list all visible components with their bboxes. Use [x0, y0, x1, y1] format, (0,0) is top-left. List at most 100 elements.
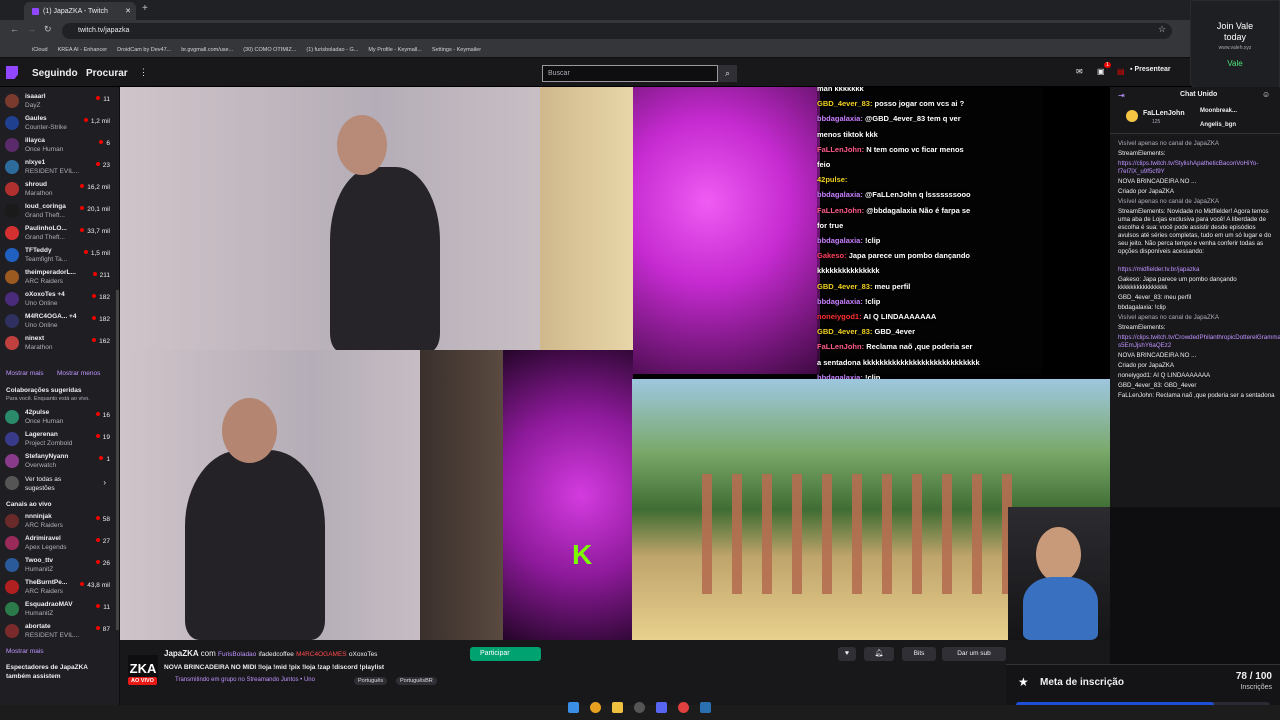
sidebar-channel[interactable]: Lagerenan Project Zomboid 19	[0, 429, 112, 450]
sidebar-channel[interactable]: Gaules Counter-Strike 1,2 mil	[0, 113, 112, 134]
windows-start-icon[interactable]	[568, 702, 579, 713]
top-gifter-2[interactable]: Moonbreak...	[1200, 108, 1237, 114]
search-icon[interactable]: ⌕	[718, 65, 737, 82]
sidebar-channel[interactable]: Adrimiravel Apex Legends 27	[0, 533, 112, 554]
url-field[interactable]: twitch.tv/japazka	[62, 23, 1172, 39]
sidebar-channel[interactable]: PaulinhoLO... Grand Theft... 33,7 mil	[0, 223, 112, 244]
channel-game: Once Human	[25, 146, 64, 153]
collab-streamer[interactable]: oXoxoTes	[349, 651, 378, 658]
nav-seguindo[interactable]: Seguindo	[32, 68, 78, 79]
whispers-icon[interactable]: ▤	[1117, 67, 1125, 76]
sidebar-channel[interactable]: Twoo_ttv HumanitZ 26	[0, 555, 112, 576]
bookmark-item[interactable]: br.gvgmall.com/use...	[181, 47, 233, 53]
sidebar-channel[interactable]: illayca Once Human 6	[0, 135, 112, 156]
magenta-graphic-bottom	[503, 350, 633, 640]
sidebar-channel[interactable]: nlxye1 RESIDENT EVIL... 23	[0, 157, 112, 178]
bookmark-item[interactable]: (30) COMO OTIMIZ...	[243, 47, 296, 53]
bookmark-item[interactable]: Settings - Keymailer	[432, 47, 481, 53]
sidebar-channel[interactable]: oXoxoTes +4 Uno Online 182	[0, 289, 112, 310]
steam-icon[interactable]	[700, 702, 711, 713]
bookmark-star-icon[interactable]: ☆	[1158, 24, 1166, 35]
search-input[interactable]: Buscar	[542, 65, 718, 82]
tag-pill[interactable]: PortuguêsBR	[396, 677, 437, 685]
overlay-chat-line: FaLLenJohn: Reclama naõ ,que poderia ser	[817, 342, 972, 351]
person-head	[337, 115, 387, 175]
file-explorer-icon[interactable]	[612, 702, 623, 713]
see-all-label: Ver todas as sugestões	[25, 476, 62, 492]
follow-heart-icon[interactable]: ♥	[838, 647, 856, 661]
collab-streamer[interactable]: FurisBoladao	[218, 651, 256, 658]
overlay-chat-user: bbdagalaxia:	[817, 236, 863, 245]
viewer-count: 19	[96, 434, 110, 441]
close-tab-icon[interactable]: ✕	[125, 7, 131, 15]
back-icon[interactable]: ←	[10, 24, 19, 34]
overlay-chat-user: 42pulse:	[817, 175, 848, 185]
nav-procurar[interactable]: Procurar	[86, 68, 128, 79]
sidebar-channel[interactable]: M4RC4OGA... +4 Uno Online 182	[0, 311, 112, 332]
sidebar-scrollbar[interactable]	[116, 290, 119, 630]
gift-sub-button[interactable]: Dar um sub	[942, 647, 1006, 661]
more-menu-icon[interactable]: ⋮	[139, 67, 148, 78]
channel-game: Counter-Strike	[25, 124, 67, 131]
sidebar-channel[interactable]: loud_coringa Grand Theft... 20,1 mil	[0, 201, 112, 222]
show-less-link[interactable]: Mostrar menos	[57, 370, 100, 377]
notify-bell-icon[interactable]: 🔔︎	[864, 647, 894, 661]
bookmark-item[interactable]: KREA AI - Enhancer	[58, 47, 108, 53]
collapse-chat-icon[interactable]: ⇥	[1118, 91, 1125, 100]
sidebar-channel[interactable]: 42pulse Once Human 16	[0, 407, 112, 428]
bookmark-item[interactable]: (1) furisboladao - G...	[306, 47, 358, 53]
gift-button[interactable]: ▪ Presentear	[1130, 66, 1171, 73]
channel-game: Grand Theft...	[25, 234, 65, 241]
sidebar-channel[interactable]: abortate RESIDENT EVIL... 87	[0, 621, 112, 642]
app-icon[interactable]	[678, 702, 689, 713]
users-icon[interactable]: ☺	[1262, 90, 1270, 99]
discord-icon[interactable]	[656, 702, 667, 713]
bookmark-item[interactable]: My Profile - Keymall...	[368, 47, 421, 53]
reload-icon[interactable]: ↻	[44, 24, 52, 35]
obs-icon[interactable]	[634, 702, 645, 713]
overlay-chat: man kkkkkkk GBD_4ever_83: posso jogar com…	[817, 87, 1042, 382]
bookmark-item[interactable]: iCloud	[32, 47, 48, 53]
viewer-count: 1,5 mil	[84, 250, 110, 257]
new-tab-icon[interactable]: +	[142, 3, 148, 14]
top-gifter-3[interactable]: Angelis_bgn	[1200, 122, 1236, 128]
show-more-link[interactable]: Mostrar mais	[6, 648, 44, 655]
join-button[interactable]: Participar	[470, 647, 541, 661]
forward-icon[interactable]: →	[27, 24, 36, 34]
show-more-link[interactable]: Mostrar mais	[6, 370, 44, 377]
overlay-chat-user: GBD_4ever_83:	[817, 281, 873, 291]
notifications-icon[interactable]: ▣	[1097, 67, 1105, 76]
group-stream-text[interactable]: Transmitindo em grupo no Streamando Junt…	[175, 677, 315, 683]
browser-tab[interactable]: (1) JapaZKA - Twitch ✕	[24, 2, 136, 20]
channel-name: M4RC4OGA... +4	[25, 313, 77, 320]
overlay-chat-message: for true	[817, 220, 844, 230]
channel-game: Marathon	[25, 190, 53, 197]
sidebar-channel[interactable]: isaaarl DayZ 11	[0, 91, 112, 112]
sidebar-channel[interactable]: TFTeddy Teamfight Ta... 1,5 mil	[0, 245, 112, 266]
collab-streamer[interactable]: ifadedcoffee	[259, 651, 294, 658]
viewer-count: 27	[96, 538, 110, 545]
sidebar-channel[interactable]: nnninjak ARC Raiders 58	[0, 511, 112, 532]
inbox-icon[interactable]: ✉	[1076, 67, 1083, 76]
see-all-suggestions[interactable]: Ver todas as sugestões ›	[0, 473, 112, 494]
sidebar-channel[interactable]: StefanyNyann Overwatch 1	[0, 451, 112, 472]
browser-tab-title: (1) JapaZKA - Twitch	[43, 7, 108, 15]
sidebar-channel[interactable]: ninext Marathon 162	[0, 333, 112, 354]
tag-pill[interactable]: Português	[354, 677, 388, 685]
bookmark-item[interactable]: DroidCam by Dev47...	[117, 47, 171, 53]
bits-button[interactable]: Bits	[902, 647, 936, 661]
top-gifter-name[interactable]: FaLLenJohn	[1143, 110, 1185, 117]
ad-url: www.valeh.xyz	[1218, 45, 1252, 51]
video-player[interactable]: man kkkkkkk GBD_4ever_83: posso jogar com…	[120, 87, 1110, 640]
collab-streamer[interactable]: M4RC4OGAMES	[296, 651, 347, 658]
sidebar-channel[interactable]: shroud Marathon 16,2 mil	[0, 179, 112, 200]
sidebar-channel[interactable]: TheBurntPe... ARC Raiders 43,8 mil	[0, 577, 112, 598]
chat-line: Visível apenas no canal de JapaZKA	[1118, 198, 1220, 205]
chrome-icon[interactable]	[590, 702, 601, 713]
vale-ad[interactable]: Join Vale today www.valeh.xyz Vale	[1190, 0, 1280, 88]
sidebar-channel[interactable]: theimperadorL... ARC Raiders 211	[0, 267, 112, 288]
overlay-chat-message: Reclama naõ ,que poderia ser	[866, 342, 973, 352]
sidebar-channel[interactable]: EsquadraoMAV HumanitZ 11	[0, 599, 112, 620]
streamer-name[interactable]: JapaZKA	[164, 649, 198, 658]
viewer-count: 33,7 mil	[80, 228, 110, 235]
